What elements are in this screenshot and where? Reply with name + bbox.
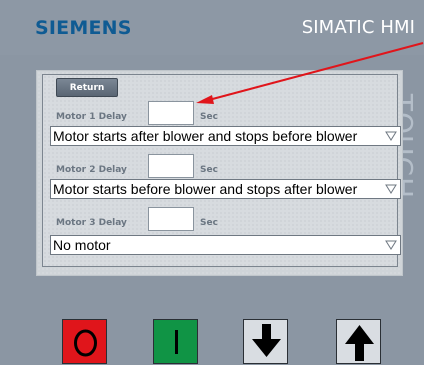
up-key[interactable]	[336, 319, 381, 364]
arrow-down-icon	[252, 324, 281, 357]
start-key[interactable]	[153, 319, 198, 364]
bar-icon	[175, 330, 178, 354]
product-name: SIMATIC HMI	[301, 17, 415, 38]
bottom-strip	[0, 365, 430, 369]
motor-3-unit-label: Sec	[200, 218, 218, 228]
chevron-down-icon	[385, 240, 397, 250]
touch-label-text: TOUCH	[402, 93, 420, 200]
motor-2-unit-label: Sec	[200, 165, 218, 175]
down-key[interactable]	[243, 319, 288, 364]
motor-1-unit-label: Sec	[200, 112, 218, 122]
motor-2-delay-input[interactable]	[148, 154, 194, 178]
motor-2-delay-label: Motor 2 Delay	[56, 165, 127, 175]
return-button[interactable]: Return	[56, 78, 118, 97]
motor-3-mode-dropdown[interactable]: No motor	[50, 235, 401, 255]
right-edge	[424, 0, 430, 369]
motor-1-mode-value: Motor starts after blower and stops befo…	[53, 128, 358, 144]
motor-1-mode-dropdown[interactable]: Motor starts after blower and stops befo…	[50, 126, 401, 146]
arrow-up-icon	[345, 325, 374, 361]
motor-3-mode-value: No motor	[53, 237, 111, 253]
motor-1-delay-label: Motor 1 Delay	[56, 112, 127, 122]
brand-logo: SIEMENS	[35, 17, 132, 39]
hmi-device: SIEMENS SIMATIC HMI TOUCH Return Motor 1…	[0, 0, 430, 369]
motor-2-mode-dropdown[interactable]: Motor starts before blower and stops aft…	[50, 179, 401, 199]
top-bezel: SIEMENS SIMATIC HMI	[0, 0, 430, 55]
chevron-down-icon	[385, 184, 397, 194]
chevron-down-icon	[385, 131, 397, 141]
stop-key[interactable]	[62, 319, 107, 364]
motor-3-delay-input[interactable]	[148, 207, 194, 231]
motor-1-delay-input[interactable]	[148, 101, 194, 125]
motor-2-mode-value: Motor starts before blower and stops aft…	[53, 181, 358, 197]
motor-3-delay-label: Motor 3 Delay	[56, 218, 127, 228]
circle-icon	[74, 329, 97, 357]
